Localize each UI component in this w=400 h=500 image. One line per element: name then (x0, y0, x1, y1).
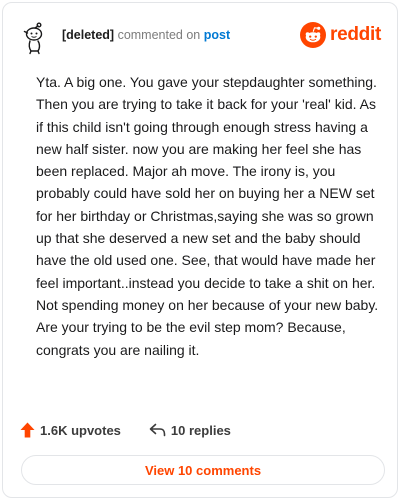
brand-name: reddit (330, 24, 381, 45)
post-link[interactable]: post (204, 28, 230, 42)
upvote-button[interactable]: 1.6K upvotes (20, 422, 121, 438)
comment-card: [deleted] commented on post reddit Yta. … (2, 2, 398, 498)
comment-body: Yta. A big one. You gave your stepdaught… (36, 74, 379, 358)
reddit-snoo-icon (300, 22, 327, 48)
reply-button[interactable]: 10 replies (149, 423, 231, 438)
view-comments-button[interactable]: View 10 comments (21, 455, 385, 485)
comment-actions: 1.6K upvotes 10 replies (20, 421, 231, 439)
reply-arrow-icon (149, 423, 166, 437)
reddit-logo[interactable]: reddit (300, 22, 381, 48)
upvote-arrow-icon (20, 422, 35, 438)
reply-count: 10 replies (170, 422, 231, 438)
username[interactable]: [deleted] (62, 28, 114, 42)
comment-header: [deleted] commented on post reddit (19, 17, 383, 55)
deleted-user-avatar-icon[interactable] (19, 19, 51, 55)
upvote-count: 1.6K upvotes (40, 422, 121, 438)
commented-on-text: commented on (114, 28, 204, 42)
comment-meta: [deleted] commented on post (62, 28, 230, 42)
